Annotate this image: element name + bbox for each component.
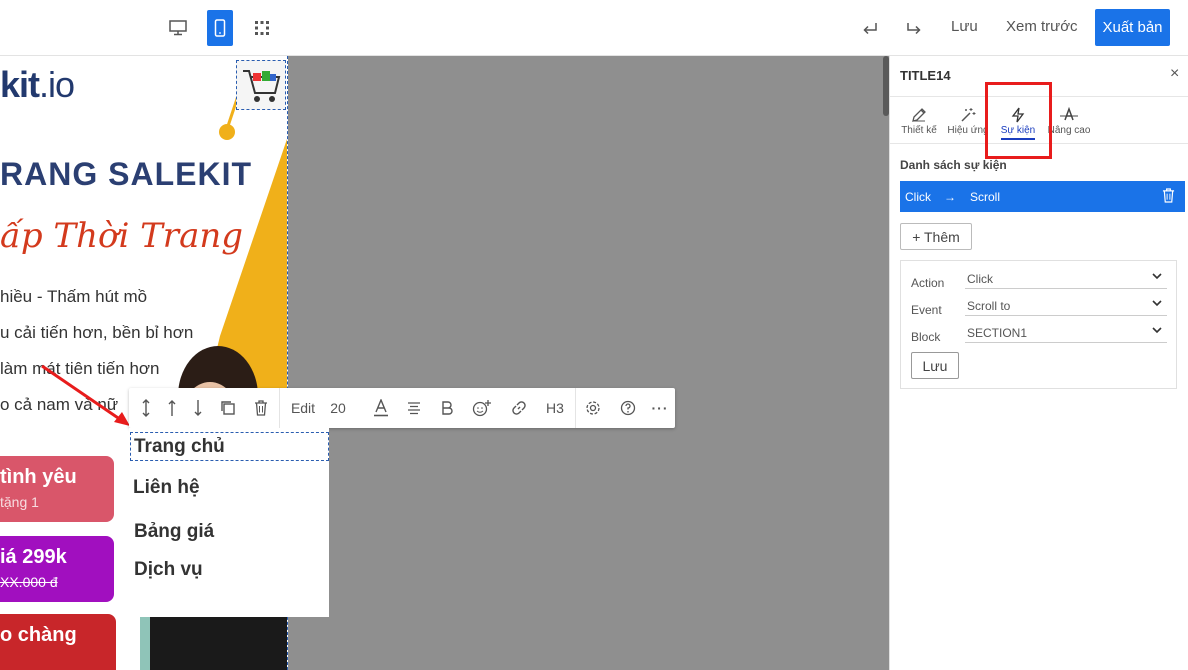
align-icon[interactable] bbox=[401, 388, 427, 428]
text-advanced-icon bbox=[1046, 106, 1092, 125]
block-label: Block bbox=[911, 330, 941, 344]
hero-script-title: ấp Thời Trang bbox=[0, 216, 243, 256]
font-size-value[interactable]: 20 bbox=[325, 388, 351, 428]
feature-bullet: u cải tiến hơn, bền bỉ hơn bbox=[0, 323, 194, 342]
event-list-item[interactable]: Click → Scroll bbox=[900, 181, 1185, 212]
publish-button[interactable]: Xuất bản bbox=[1095, 9, 1170, 46]
trash-icon[interactable] bbox=[1162, 188, 1175, 206]
tab-advanced[interactable]: Nâng cao bbox=[1046, 106, 1092, 136]
magic-wand-icon bbox=[946, 107, 990, 125]
chevron-down-icon bbox=[1151, 324, 1163, 339]
annotation-arrow bbox=[41, 364, 130, 426]
arrow-right-icon: → bbox=[944, 190, 956, 204]
menu-item-pricing[interactable]: Bảng giá bbox=[134, 521, 214, 543]
promo-pill[interactable]: o chàng bbox=[0, 614, 116, 670]
site-logo: kit.io bbox=[0, 64, 75, 105]
tab-design[interactable]: Thiết kế bbox=[898, 107, 940, 136]
panel-title: TITLE14 bbox=[900, 68, 951, 83]
event-select[interactable]: Scroll to bbox=[965, 296, 1167, 316]
heading-level-button[interactable]: H3 bbox=[541, 388, 569, 428]
link-icon[interactable] bbox=[506, 388, 532, 428]
close-icon[interactable]: × bbox=[1170, 65, 1179, 83]
trash-icon[interactable] bbox=[248, 388, 274, 428]
action-label: Action bbox=[911, 276, 945, 290]
move-vertical-icon[interactable] bbox=[133, 388, 159, 428]
event-action: Scroll bbox=[970, 190, 1001, 204]
move-down-icon[interactable] bbox=[185, 388, 211, 428]
settings-icon[interactable] bbox=[580, 388, 606, 428]
feature-bullet: hiều - Thấm hút mồ bbox=[0, 287, 148, 306]
redo-icon[interactable] bbox=[901, 10, 927, 46]
element-toolbar: Edit 20 H3 ··· bbox=[129, 388, 675, 428]
chevron-down-icon bbox=[1151, 297, 1163, 312]
font-color-icon[interactable] bbox=[368, 388, 394, 428]
menu-item-contact[interactable]: Liên hệ bbox=[133, 477, 200, 499]
promo-pill[interactable]: tình yêu tặng 1 bbox=[0, 456, 114, 522]
help-icon[interactable] bbox=[615, 388, 641, 428]
bold-icon[interactable] bbox=[434, 388, 460, 428]
menu-item-home[interactable]: Trang chủ bbox=[134, 436, 225, 458]
block-select[interactable]: SECTION1 bbox=[965, 323, 1167, 343]
duplicate-icon[interactable] bbox=[215, 388, 241, 428]
save-event-button[interactable]: Lưu bbox=[911, 352, 959, 379]
toolbar-divider bbox=[279, 388, 280, 428]
hero-heading: RANG SALEKIT bbox=[0, 156, 252, 192]
menu-element: Trang chủ Liên hệ Bảng giá Dịch vụ bbox=[129, 428, 329, 617]
highlight-box bbox=[985, 82, 1052, 159]
menu-item-services[interactable]: Dịch vụ bbox=[134, 559, 203, 581]
edit-button[interactable]: Edit bbox=[287, 388, 319, 428]
action-select[interactable]: Click bbox=[965, 269, 1167, 289]
event-form: Action Click Event Scroll to Block SECTI… bbox=[900, 260, 1177, 389]
toolbar-divider bbox=[575, 388, 576, 428]
preview-button[interactable]: Xem trước bbox=[1006, 18, 1078, 35]
events-heading: Danh sách sự kiện bbox=[900, 158, 1007, 172]
desktop-icon[interactable] bbox=[165, 10, 191, 46]
add-event-button[interactable]: + Thêm bbox=[900, 223, 972, 250]
event-trigger: Click bbox=[905, 190, 931, 204]
emoji-add-icon[interactable] bbox=[469, 388, 495, 428]
chevron-down-icon bbox=[1151, 270, 1163, 285]
tab-effects[interactable]: Hiệu ứng bbox=[946, 107, 990, 136]
qr-code-icon[interactable] bbox=[249, 10, 275, 46]
top-bar: Lưu Xem trước Xuất bản bbox=[0, 0, 1188, 56]
edit-icon bbox=[898, 107, 940, 125]
promo-pill[interactable]: iá 299k XX.000 đ bbox=[0, 536, 114, 602]
more-icon[interactable]: ··· bbox=[647, 388, 673, 428]
mobile-icon[interactable] bbox=[207, 10, 233, 46]
move-up-icon[interactable] bbox=[159, 388, 185, 428]
save-button[interactable]: Lưu bbox=[951, 18, 978, 35]
undo-icon[interactable] bbox=[857, 10, 883, 46]
cart-image[interactable] bbox=[236, 60, 286, 110]
event-label: Event bbox=[911, 303, 942, 317]
